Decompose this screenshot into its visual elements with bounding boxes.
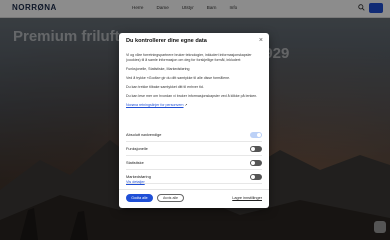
show-details-link[interactable]: Vis detaljer	[126, 180, 145, 184]
reject-all-button[interactable]: Avvis alle	[157, 194, 184, 202]
toggle-label: Funksjonelle	[126, 146, 148, 151]
close-icon[interactable]: ×	[259, 37, 263, 44]
cookie-consent-dialog: Du kontrollerer dine egne data × Vi og v…	[119, 33, 269, 208]
toggle-row-marketing: Markedsføring	[126, 170, 262, 184]
chat-widget-icon[interactable]	[374, 221, 386, 233]
toggle-label: Markedsføring	[126, 174, 151, 179]
dialog-paragraph: Vi og våre forretningspartnere bruker te…	[126, 53, 252, 62]
toggle-row-necessary: Absolutt nødvendige	[126, 128, 262, 142]
dialog-paragraph: Ved å trykke «Godta» gir du ditt samtykk…	[126, 75, 231, 80]
toggle-knob	[251, 174, 255, 179]
privacy-policy-link[interactable]: Norøna retningslinjer for personvern	[126, 103, 184, 107]
toggle-knob	[251, 160, 255, 165]
toggle-row-functional: Funksjonelle	[126, 142, 262, 156]
dialog-paragraph: Du kan trekke tilbake samtykket ditt til…	[126, 84, 204, 89]
toggle-switch-functional[interactable]	[250, 145, 262, 152]
toggle-switch-statistics[interactable]	[250, 159, 262, 166]
save-settings-link[interactable]: Lagre innstillinger	[232, 196, 262, 200]
toggle-switch-marketing[interactable]	[250, 173, 262, 180]
toggle-knob	[251, 146, 255, 151]
dialog-divider	[119, 189, 269, 190]
accept-all-button[interactable]: Godta alle	[126, 194, 153, 202]
dialog-title: Du kontrollerer dine egne data	[126, 38, 207, 44]
toggle-label: Absolutt nødvendige	[126, 132, 162, 137]
external-link-icon: ↗	[184, 102, 188, 107]
consent-toggles: Absolutt nødvendige Funksjonelle Statist…	[126, 128, 262, 184]
dialog-paragraph: Du kan lese mer om hvordan vi bruker inf…	[126, 93, 258, 98]
toggle-row-statistics: Statistiske	[126, 156, 262, 170]
dialog-paragraph: Funksjonelle, Statistiske, Markedsføring	[126, 66, 190, 71]
dialog-body: Vi og våre forretningspartnere bruker te…	[126, 53, 260, 112]
toggle-switch-necessary[interactable]	[250, 131, 262, 138]
toggle-knob	[257, 132, 261, 137]
toggle-label: Statistiske	[126, 160, 144, 165]
